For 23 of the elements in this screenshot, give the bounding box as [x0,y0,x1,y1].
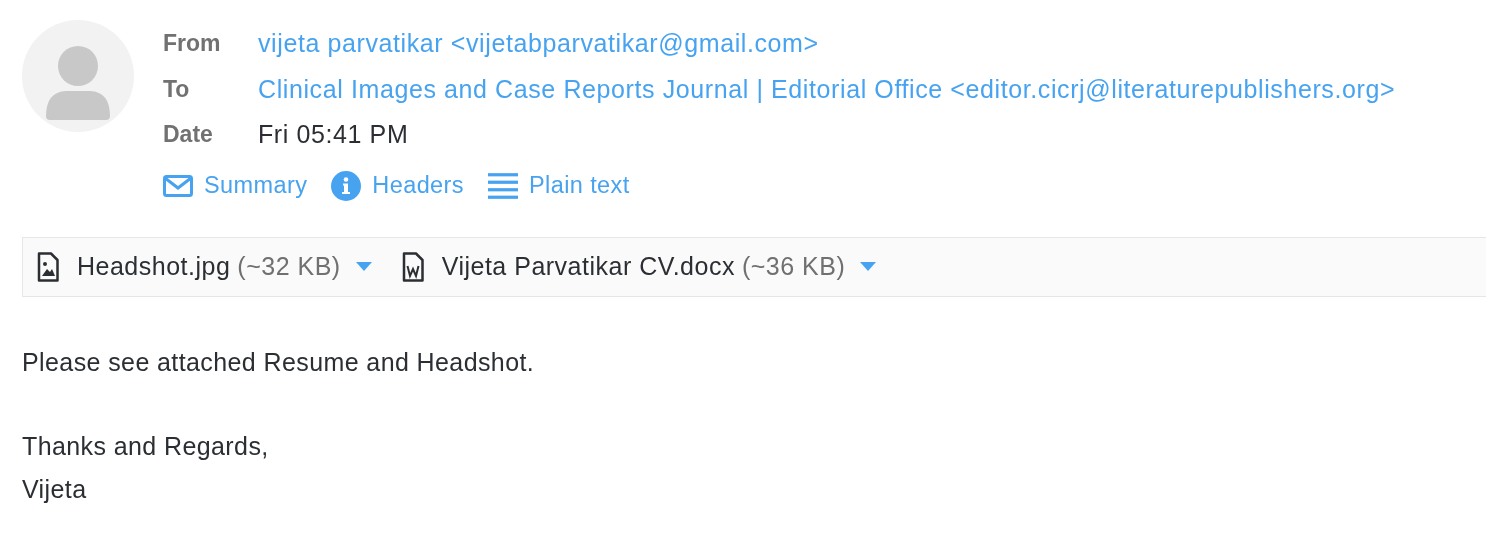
address-link[interactable]: vijeta parvatikar <vijetabparvatikar@gmail.com> [258,29,819,59]
message-text: Thanks and Regards, [22,430,269,462]
file-size: (~32 KB) [237,252,341,281]
address-link[interactable]: Clinical Images and Case Reports Journal | Editorial Office <editor.cicrj@literaturepublishers.org> [258,74,1396,104]
caret-icon[interactable] [355,262,372,271]
info-icon [331,170,362,201]
attachment-link[interactable]: Headshot.jpg [77,252,231,281]
message-text: Please see attached Resume and Headshot. [22,346,535,378]
avatar-icon [22,20,134,132]
image-file-icon [37,251,59,282]
view-mode-link[interactable]: Summary [163,170,308,201]
header-label: Date [163,121,214,149]
view-mode-link[interactable]: Plain text [487,170,630,201]
view-mode-link[interactable]: Headers [331,170,464,201]
attachment-link[interactable]: Vijeta Parvatikar CV.docx [441,252,735,281]
header-label: From [163,30,222,58]
header-label: To [163,75,191,103]
file-size: (~36 KB) [741,252,846,281]
word-file-icon [401,251,424,282]
message-text: Vijeta [22,473,87,505]
date-text: Fri 05:41 PM [258,120,409,150]
lines-icon [487,170,518,201]
caret-icon[interactable] [860,262,877,271]
